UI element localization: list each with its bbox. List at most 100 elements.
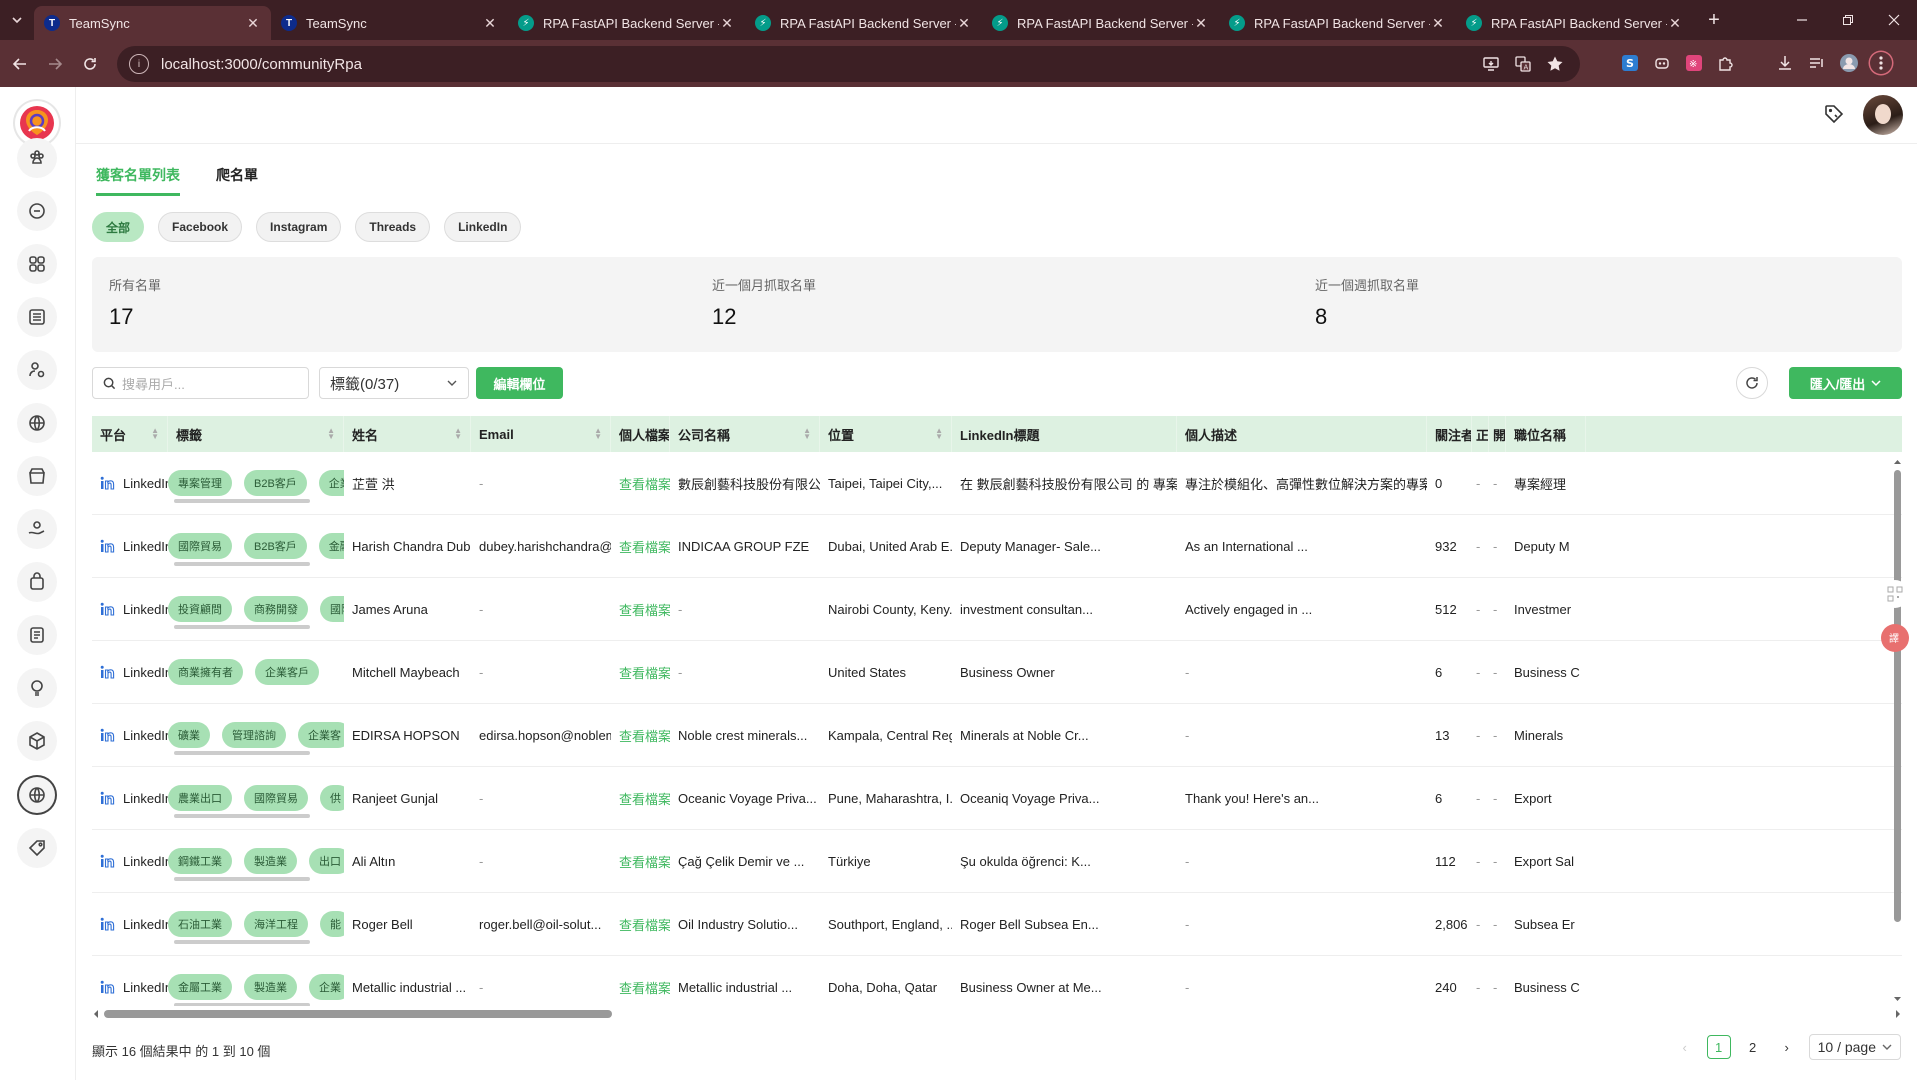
tag-scrollbar[interactable] (174, 1002, 310, 1006)
site-info-icon[interactable]: i (129, 54, 149, 74)
install-app-icon[interactable] (1482, 55, 1500, 73)
tag-pill[interactable]: 企業 (309, 974, 344, 1000)
close-tab-icon[interactable]: ✕ (1193, 15, 1209, 32)
sidebar-list-icon[interactable] (17, 297, 57, 337)
tag-pill[interactable]: 企業客 (298, 722, 344, 748)
tag-pill[interactable]: 製造業 (244, 848, 297, 874)
table-row[interactable]: LinkedIn投資顧問商務開發國際James Aruna-查看檔案-Nairo… (92, 578, 1902, 641)
tag-pill[interactable]: 石油工業 (168, 911, 232, 937)
tag-scrollbar[interactable] (174, 498, 310, 503)
browser-tab[interactable]: ⚡ RPA FastAPI Backend Server - ✕ (745, 6, 982, 40)
column-header-tags[interactable]: 標籤 ▲ ▼ (168, 416, 344, 452)
sidebar-idea-icon[interactable] (17, 668, 57, 708)
column-header-location[interactable]: 位置 ▲ ▼ (820, 416, 952, 452)
view-profile-link[interactable]: 查看檔案 (619, 789, 670, 808)
sidebar-cube-icon[interactable] (17, 721, 57, 761)
table-row[interactable]: LinkedIn專案管理 B2B客戶企業芷萱 洪 - 查看檔案數辰創藝科技股份有限公司… (92, 452, 1902, 515)
sidebar-settings-person-icon[interactable] (17, 350, 57, 390)
minimize-icon[interactable] (1779, 0, 1825, 40)
tag-pill[interactable]: 商業擁有者 (168, 659, 243, 685)
url-input[interactable]: i localhost:3000/communityRpa A (117, 46, 1580, 82)
browser-tab[interactable]: ⚡ RPA FastAPI Backend Server - ✕ (508, 6, 745, 40)
tag-pill[interactable]: 國際 (320, 596, 344, 622)
tag-pill[interactable]: 海洋工程 (244, 911, 308, 937)
sidebar-bag-icon[interactable] (17, 562, 57, 602)
table-row[interactable]: LinkedIn 金屬工業 製造業 企業 Metallic industrial ...… (92, 956, 1902, 1006)
filter-facebook[interactable]: Facebook (158, 212, 243, 242)
back-icon[interactable] (5, 49, 35, 79)
filter-linkedin[interactable]: LinkedIn (444, 212, 522, 242)
tag-pill[interactable]: 鋼鐵工業 (168, 848, 232, 874)
tag-scrollbar[interactable] (174, 750, 310, 755)
import-export-button[interactable]: 匯入/匯出 (1789, 367, 1902, 399)
next-page-button[interactable]: › (1775, 1035, 1799, 1059)
tag-icon[interactable] (1823, 103, 1847, 127)
sidebar-hand-coin-icon[interactable] (17, 509, 57, 549)
filter-all[interactable]: 全部 (92, 212, 145, 242)
tag-pill[interactable]: 礦業 (168, 722, 210, 748)
translate-widget-icon[interactable]: 譯 (1881, 624, 1909, 652)
close-tab-icon[interactable]: ✕ (719, 15, 735, 32)
sidebar-paw-icon[interactable] (17, 138, 57, 178)
table-vertical-scrollbar[interactable] (1893, 458, 1902, 1003)
tag-pill[interactable]: 管理諮詢 (222, 722, 286, 748)
table-row[interactable]: LinkedIn 礦業 管理諮詢 企業客 EDIRSA HOPSON edirsa.hop… (92, 704, 1902, 767)
browser-menu-icon[interactable] (1870, 52, 1892, 74)
close-tab-icon[interactable]: ✕ (245, 15, 261, 32)
column-header-name[interactable]: 姓名 ▲ ▼ (344, 416, 471, 452)
view-profile-link[interactable]: 查看檔案 (619, 978, 670, 997)
extensions-puzzle-icon[interactable] (1715, 52, 1737, 74)
profile-icon[interactable] (1838, 52, 1860, 74)
sort-icon[interactable]: ▲ ▼ (454, 427, 462, 441)
close-tab-icon[interactable]: ✕ (1430, 15, 1446, 32)
page-1-button[interactable]: 1 (1706, 1035, 1731, 1059)
tag-pill[interactable]: 供 (320, 785, 344, 811)
view-profile-link[interactable]: 查看檔案 (619, 915, 670, 934)
sort-icon[interactable]: ▲ ▼ (935, 427, 943, 441)
browser-tab[interactable]: ⚡ RPA FastAPI Backend Server - ✕ (1219, 6, 1456, 40)
browser-tab[interactable]: ⚡ RPA FastAPI Backend Server - ✕ (1456, 6, 1693, 40)
view-profile-link[interactable]: 查看檔案 (619, 663, 670, 682)
horizontal-scroll-thumb[interactable] (104, 1010, 612, 1018)
sidebar-globe-active-icon[interactable] (17, 775, 57, 815)
bookmark-star-icon[interactable] (1546, 55, 1564, 73)
sidebar-globe-icon[interactable] (17, 403, 57, 443)
tag-scrollbar[interactable] (174, 813, 310, 818)
browser-tab[interactable]: T TeamSync ✕ (34, 6, 271, 40)
page-2-button[interactable]: 2 (1741, 1035, 1765, 1059)
close-tab-icon[interactable]: ✕ (1667, 15, 1683, 32)
view-profile-link[interactable]: 查看檔案 (619, 852, 670, 871)
forward-icon[interactable] (40, 49, 70, 79)
tag-pill[interactable]: 專案管理 (168, 470, 232, 496)
sidebar-document-icon[interactable] (17, 615, 57, 655)
tag-pill[interactable]: 農業出口 (168, 785, 232, 811)
user-avatar[interactable] (1863, 95, 1903, 135)
page-size-select[interactable]: 10 / page (1808, 1034, 1901, 1060)
tag-pill[interactable]: 金屬工業 (168, 974, 232, 1000)
tag-pill[interactable]: 出口 (309, 848, 344, 874)
new-tab-button[interactable]: + (1697, 3, 1731, 37)
tab-crawl-list[interactable]: 爬名單 (216, 165, 258, 196)
column-header-email[interactable]: Email ▲ ▼ (471, 416, 611, 452)
reload-icon[interactable] (75, 49, 105, 79)
extension-pink-icon[interactable]: ※ (1683, 52, 1705, 74)
tag-pill[interactable]: 國際貿易 (244, 785, 308, 811)
table-row[interactable]: LinkedIn 農業出口 國際貿易供 Ranjeet Gunjal - 查看檔案 Ocea… (92, 767, 1902, 830)
tag-pill[interactable]: 企業 (318, 470, 344, 496)
translate-icon[interactable]: A (1514, 55, 1532, 73)
tag-pill[interactable]: 製造業 (244, 974, 297, 1000)
tab-search-chevron-icon[interactable] (0, 0, 34, 40)
column-header-company[interactable]: 公司名稱 ▲ ▼ (670, 416, 820, 452)
extension-robot-icon[interactable] (1651, 52, 1673, 74)
view-profile-link[interactable]: 查看檔案 (619, 537, 670, 556)
qr-widget-icon[interactable] (1881, 580, 1909, 608)
column-header-platform[interactable]: 平台 ▲ ▼ (92, 416, 168, 452)
table-row[interactable]: LinkedIn國際貿易 B2B客戶金融 Harish Chandra Dubey d… (92, 515, 1902, 578)
view-profile-link[interactable]: 查看檔案 (619, 726, 670, 745)
tag-scrollbar[interactable] (174, 876, 310, 881)
browser-tab[interactable]: T TeamSync ✕ (271, 6, 508, 40)
sidebar-chat-icon[interactable] (17, 191, 57, 231)
tag-pill[interactable]: 能 (320, 911, 344, 937)
restore-icon[interactable] (1825, 0, 1871, 40)
tag-pill[interactable]: 企業客戶 (255, 659, 319, 685)
